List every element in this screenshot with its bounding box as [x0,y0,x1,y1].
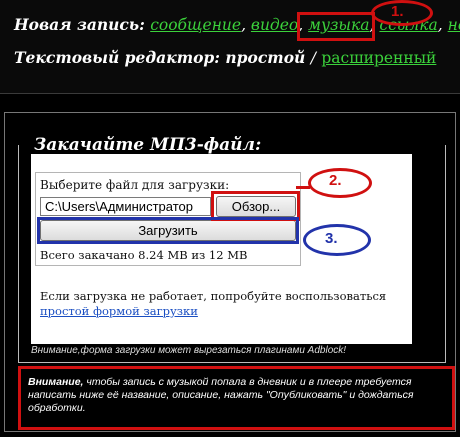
fallback-text: Если загрузка не работает, попробуйте во… [40,289,387,303]
file-label: Выберите файл для загрузки: [40,178,230,192]
upload-legend: Закачайте МП3-файл: [30,135,266,155]
entry-type-video-link[interactable]: видео [251,16,298,34]
adblock-note: Внимание,форма загрузки может вырезаться… [31,345,347,356]
annotation-1-number: 1. [391,3,404,20]
simple-upload-form-link[interactable]: простой формой загрузки [40,304,198,318]
highlight-warning-box [18,366,455,430]
upload-total-status: Всего закачано 8.24 MB из 12 MB [40,248,248,262]
editor-simple-current: простой [225,48,306,67]
annotation-2-number: 2. [329,172,342,189]
separator: , [241,16,251,34]
separator: , [437,16,448,34]
highlight-upload-button [37,217,299,244]
new-entry-label: Новая запись: [14,15,145,34]
annotation-3-number: 3. [325,230,338,247]
editor-row: Текстовый редактор: простой / расширенны… [14,48,436,67]
file-path-input[interactable]: C:\Users\Администратор [40,197,211,216]
entry-type-more-link[interactable]: но [448,16,460,34]
editor-label: Текстовый редактор: [14,48,220,67]
editor-separator: / [310,49,316,67]
entry-type-message-link[interactable]: сообщение [150,16,241,34]
highlight-music-link [297,12,375,41]
editor-advanced-link[interactable]: расширенный [321,49,436,67]
